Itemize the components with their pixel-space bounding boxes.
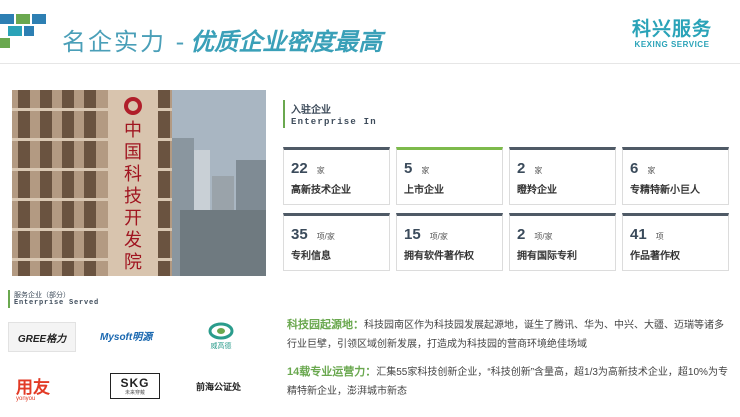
stat-number: 6 [630, 160, 639, 177]
stat-unit: 项 [655, 232, 664, 241]
sign-char: 发 [124, 230, 142, 251]
gree-logo: GREE格力 [8, 322, 76, 352]
skg-logo: SKG 未来穿戴 [110, 373, 160, 399]
brand-name-cn: 科兴服务 [631, 18, 712, 40]
stat-label: 专精特新小巨人 [630, 185, 700, 196]
yonyou-logo-en: yonyou [16, 396, 36, 402]
stat-number: 2 [517, 226, 526, 243]
title-main: 名企实力 - [62, 28, 187, 56]
stat-card: 6家 专精特新小巨人 [622, 147, 729, 205]
stat-label: 瞪羚企业 [517, 185, 557, 196]
sign-char: 院 [124, 252, 142, 273]
page-title: 名企实力 - 优质企业密度最高 [62, 22, 382, 57]
stat-card: 2家 瞪羚企业 [509, 147, 616, 205]
corner-logo-icon [0, 14, 46, 50]
stat-card: 15 项/家 拥有软件著作权 [396, 213, 503, 271]
stat-label: 作品著作权 [630, 251, 680, 262]
description-highlight: 科技园起源地： [287, 319, 364, 331]
yonyou-logo-text: 用友 [16, 378, 50, 398]
stat-label: 高新技术企业 [291, 185, 351, 196]
brand-name-en: KEXING SERVICE [634, 40, 710, 49]
stat-unit: 家 [534, 166, 543, 175]
qianhai-logo: 前海公证处 [196, 380, 241, 393]
gree-logo-text: GREE格力 [17, 333, 67, 345]
stats-grid: 22 家 高新技术企业 5家 上市企业 2家 瞪羚企业 6家 专精特新小巨人 35… [283, 147, 729, 271]
stat-number: 5 [404, 160, 413, 177]
stat-unit: 家 [421, 166, 430, 175]
stat-number: 41 [630, 226, 647, 243]
mysoft-logo: Mysoft明源 [100, 328, 152, 343]
mysoft-logo-text: Mysoft明源 [100, 332, 153, 343]
stat-unit: 家 [316, 166, 325, 175]
served-subtitle: Enterprise Served [14, 299, 100, 307]
sign-char: 开 [124, 208, 142, 229]
stat-unit: 项/家 [534, 232, 553, 241]
qianhai-logo-text: 前海公证处 [196, 382, 242, 392]
stat-label: 专利信息 [291, 251, 331, 262]
stat-card: 5家 上市企业 [396, 147, 503, 205]
weigao-logo-text: 威高德 [210, 343, 232, 350]
stat-unit: 项/家 [429, 232, 448, 241]
skg-logo-text: SKG [120, 376, 150, 390]
brand-logo: 科兴服务 KEXING SERVICE [632, 14, 712, 49]
stat-card: 35 项/家 专利信息 [283, 213, 390, 271]
stat-number: 2 [517, 160, 526, 177]
stat-label: 拥有软件著作权 [404, 251, 474, 262]
sign-char: 技 [124, 186, 142, 207]
title-sub: 优质企业密度最高 [190, 28, 383, 56]
stat-label: 拥有国际专利 [517, 251, 577, 262]
yonyou-logo: 用友 yonyou [16, 373, 50, 402]
building-sign: 中 国 科 技 开 发 院 [120, 120, 146, 274]
skg-logo-sub: 未来穿戴 [124, 390, 145, 396]
enterprise-in-title: 入驻企业 [291, 105, 331, 116]
stat-unit: 项/家 [316, 232, 335, 241]
stat-number: 35 [291, 226, 308, 243]
stat-number: 22 [291, 160, 308, 177]
weigao-logo: 威高德 [198, 322, 244, 351]
sign-char: 中 [124, 120, 142, 141]
stat-unit: 家 [647, 166, 656, 175]
weigao-icon [208, 322, 234, 340]
stat-card: 22 家 高新技术企业 [283, 147, 390, 205]
stat-card: 2 项/家 拥有国际专利 [509, 213, 616, 271]
description-highlight: 14载专业运营力： [287, 366, 377, 378]
enterprise-in-subtitle: Enterprise In [291, 117, 377, 127]
stat-label: 上市企业 [404, 185, 444, 196]
header-divider [0, 63, 740, 64]
description-origin: 科技园起源地：科技园南区作为科技园发展起源地，诞生了腾讯、华为、中兴、大疆、迈瑞… [287, 316, 732, 354]
served-accent [8, 290, 10, 308]
description-operation: 14载专业运营力：汇集55家科技创新企业，“科技创新”含量高，超1/3为高新技术… [287, 363, 732, 401]
building-photo: 中 国 科 技 开 发 院 [12, 90, 266, 276]
section-accent [283, 100, 285, 128]
sign-char: 科 [124, 164, 142, 185]
sign-char: 国 [124, 142, 142, 163]
slide: 名企实力 - 优质企业密度最高 科兴服务 KEXING SERVICE 中 国 … [0, 0, 740, 417]
stat-number: 15 [404, 226, 421, 243]
stat-card: 41 项 作品著作权 [622, 213, 729, 271]
